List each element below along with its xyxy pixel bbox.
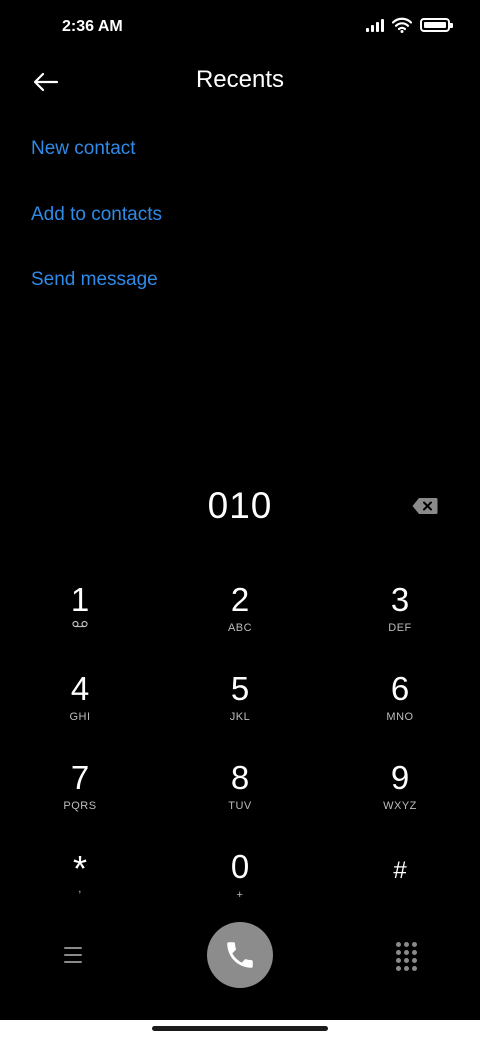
key-letters: + [236,889,244,901]
key-digit: 6 [390,670,410,707]
phone-icon [227,942,253,968]
key-letters: JKL [229,711,251,723]
send-message-link[interactable]: Send message [31,269,158,291]
key-7[interactable]: 7 PQRS [20,750,140,830]
key-digit: 3 [390,581,410,618]
key-5[interactable]: 5 JKL [180,661,300,741]
menu-icon [64,947,82,949]
new-contact-link[interactable]: New contact [31,138,136,160]
key-8[interactable]: 8 TUV [180,750,300,830]
dialpad-icon [395,941,401,947]
key-digit: 7 [70,759,90,796]
menu-button[interactable] [56,940,90,970]
key-letters: MNO [386,711,414,723]
key-letters: TUV [228,800,252,812]
status-bar: 2:36 AM [0,0,480,56]
dialer-screen: 2:36 AM Recents New contact Add to conta… [0,0,480,1040]
key-9[interactable]: 9 WXYZ [340,750,460,830]
key-digit: 5 [230,670,250,707]
dialpad-toggle-button[interactable] [394,941,418,971]
call-button[interactable] [207,922,273,988]
key-6[interactable]: 6 MNO [340,661,460,741]
backspace-icon [412,498,438,514]
home-indicator[interactable] [152,1026,328,1031]
battery-icon [420,18,453,32]
status-time: 2:36 AM [62,18,123,35]
key-digit: 4 [70,670,90,707]
key-digit: 9 [390,759,410,796]
key-hash[interactable]: # [340,839,460,919]
key-digit: 1 [70,581,90,618]
backspace-button[interactable] [412,497,442,519]
key-digit: * [72,848,87,889]
key-star[interactable]: * , [20,839,140,919]
key-letters: ABC [227,622,253,634]
key-letters: DEF [388,622,412,634]
key-letters: , [78,883,82,895]
key-digit: 8 [230,759,250,796]
key-4[interactable]: 4 GHI [20,661,140,741]
wifi-icon [392,17,412,33]
key-letters: GHI [69,711,91,723]
dialed-number: 010 [207,485,273,526]
voicemail-icon [72,620,88,628]
key-digit: # [393,857,407,884]
key-digit: 0 [230,848,250,885]
key-1[interactable]: 1 [20,572,140,652]
key-3[interactable]: 3 DEF [340,572,460,652]
signal-icon [366,18,384,32]
page-title: Recents [195,66,285,93]
key-2[interactable]: 2 ABC [180,572,300,652]
key-digit: 2 [230,581,250,618]
add-to-contacts-link[interactable]: Add to contacts [31,204,162,226]
status-icons [366,17,453,33]
key-letters: WXYZ [383,800,417,812]
key-letters: PQRS [63,800,97,812]
key-0[interactable]: 0 + [180,839,300,919]
